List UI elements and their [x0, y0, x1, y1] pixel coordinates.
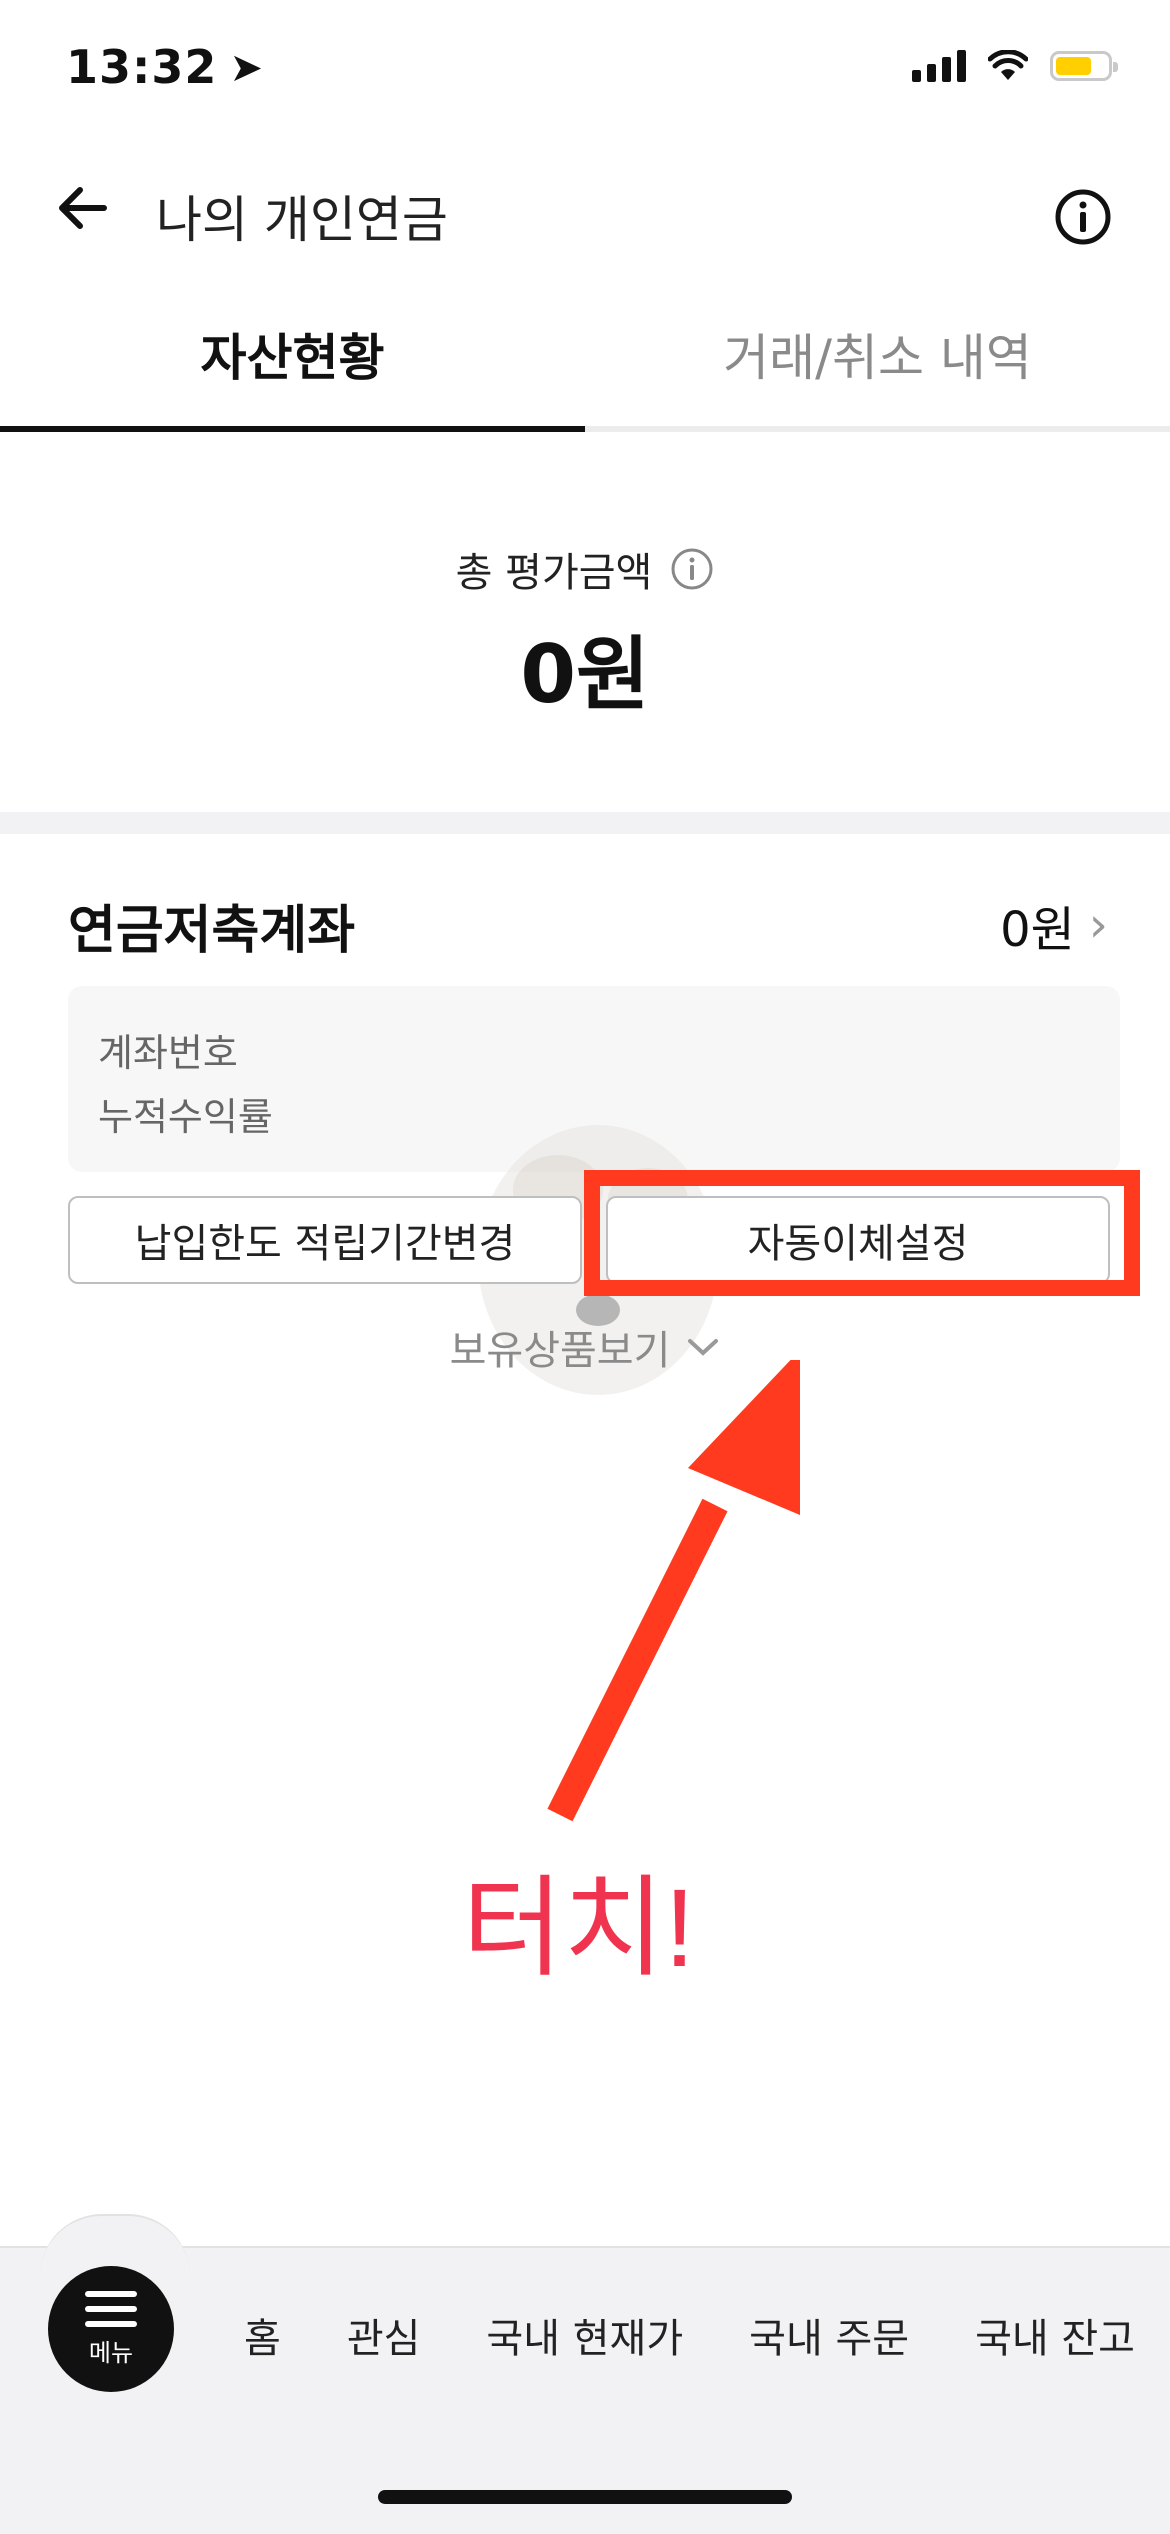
- wifi-icon: [988, 50, 1028, 80]
- chevron-down-icon: [688, 1339, 719, 1356]
- menu-button[interactable]: 메뉴: [48, 2266, 174, 2392]
- info-icon[interactable]: [1054, 188, 1112, 246]
- nav-item-watchlist[interactable]: 관심: [347, 2306, 421, 2364]
- account-title: 연금저축계좌: [68, 901, 356, 961]
- status-time: 13:32 ➤: [66, 40, 264, 94]
- nav-item-domestic-balance[interactable]: 국내 잔고: [975, 2306, 1135, 2364]
- total-value: 0원: [520, 628, 650, 721]
- nav-item-domestic-order[interactable]: 국내 주문: [749, 2306, 909, 2364]
- total-label-row: 총 평가금액: [0, 540, 1170, 598]
- highlight-box: [584, 1170, 1140, 1296]
- hamburger-icon: [85, 2290, 137, 2327]
- menu-label: 메뉴: [88, 2338, 134, 2367]
- tab-transactions[interactable]: 거래/취소 내역: [585, 318, 1170, 390]
- total-label: 총 평가금액: [455, 550, 653, 596]
- account-value-link[interactable]: 0원 ›: [1000, 890, 1108, 960]
- tab-assets[interactable]: 자산현황: [0, 318, 585, 390]
- account-value: 0원: [1000, 902, 1075, 958]
- location-icon: ➤: [229, 45, 264, 91]
- page-title: 나의 개인연금: [156, 191, 448, 249]
- status-time-text: 13:32: [66, 40, 218, 94]
- account-number-label: 계좌번호: [98, 1031, 238, 1075]
- chevron-right-icon: ›: [1088, 897, 1108, 953]
- back-arrow-icon[interactable]: [52, 178, 112, 238]
- nav-item-domestic-price[interactable]: 국내 현재가: [486, 2306, 683, 2364]
- bottom-nav-items: 홈 관심 국내 현재가 국내 주문 국내 잔고: [244, 2306, 1170, 2364]
- limit-period-change-button[interactable]: 납입한도 적립기간변경: [68, 1196, 582, 1284]
- status-icons: [912, 50, 1118, 82]
- nav-item-home[interactable]: 홈: [244, 2306, 281, 2364]
- tab-active-indicator: [0, 426, 585, 432]
- annotation-text: 터치!: [462, 1867, 695, 1990]
- home-indicator: [378, 2490, 792, 2504]
- section-divider: [0, 812, 1170, 834]
- annotation-arrow-icon: [547, 1360, 800, 1822]
- info-small-icon[interactable]: [670, 547, 714, 591]
- battery-icon: [1050, 51, 1118, 81]
- signal-icon: [912, 50, 966, 82]
- cumulative-return-label: 누적수익률: [98, 1095, 273, 1139]
